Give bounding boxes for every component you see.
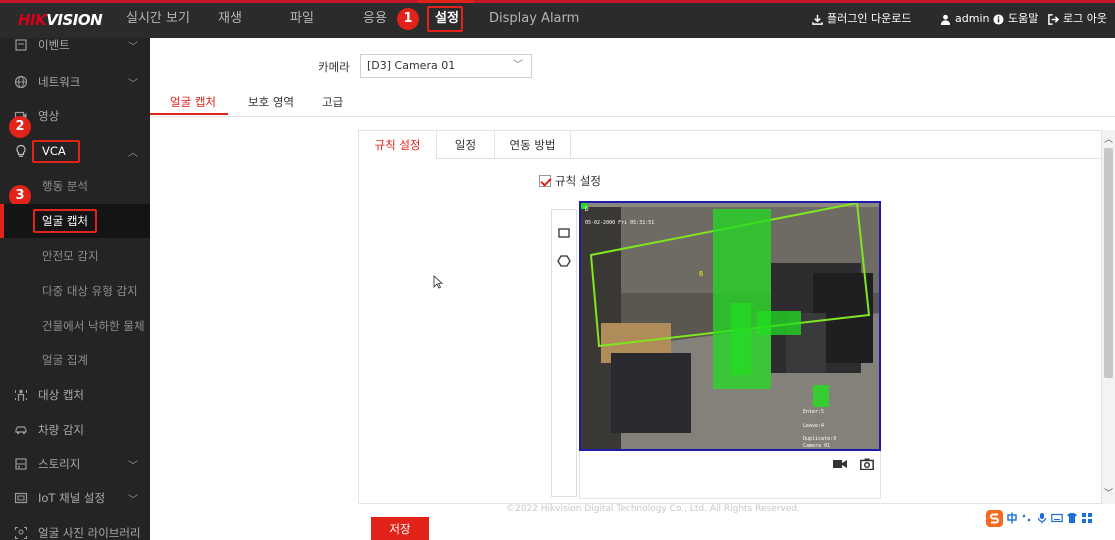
osd-camera: Camera 01 xyxy=(803,443,830,449)
scrollbar-thumb[interactable] xyxy=(1104,148,1113,378)
highlight-vca xyxy=(32,140,80,163)
rule-checkbox[interactable] xyxy=(539,175,551,187)
corner-label: D xyxy=(585,206,589,213)
chevron-down-icon: ﹀ xyxy=(128,41,138,53)
nav-playback[interactable]: 재생 xyxy=(218,0,242,38)
skin-icon[interactable] xyxy=(1066,512,1078,524)
keyboard-icon[interactable] xyxy=(1051,512,1063,524)
content-scrollbar[interactable]: ︿ ﹀ xyxy=(1102,130,1115,504)
face-library-icon xyxy=(14,526,28,540)
camera-select[interactable]: [D3] Camera 01 ﹀ xyxy=(360,54,532,78)
plugin-download-link[interactable]: 플러그인 다운로드 xyxy=(812,0,911,38)
config-tabs: 얼굴 캡처 보호 영역 고급 xyxy=(150,94,1115,117)
video-toolbar xyxy=(579,451,881,499)
active-tab-underline xyxy=(150,113,228,115)
sidebar-item-event[interactable]: 이벤트 ﹀ xyxy=(0,38,150,62)
step-badge-1: 1 xyxy=(397,8,419,30)
microphone-icon[interactable] xyxy=(1036,512,1048,524)
person-icon xyxy=(15,389,27,401)
storage-icon xyxy=(15,458,27,470)
sidebar-item-network[interactable]: 네트워크 ﹀ xyxy=(0,65,150,99)
nav-application[interactable]: 응용 xyxy=(363,0,387,38)
download-icon xyxy=(812,14,823,25)
logout-icon xyxy=(1048,13,1059,25)
nav-file[interactable]: 파일 xyxy=(290,0,314,38)
mouse-cursor-icon xyxy=(433,275,443,289)
record-icon[interactable] xyxy=(833,459,847,469)
main-content: 카메라 [D3] Camera 01 ﹀ 얼굴 캡처 보호 영역 고급 규칙 설… xyxy=(150,38,1115,540)
sogou-s-icon[interactable] xyxy=(986,509,1003,527)
sidebar-item-vehicle-detection[interactable]: 차량 감지 xyxy=(0,413,150,447)
chevron-down-icon: ﹀ xyxy=(128,78,138,90)
osd-duplicate: Duplicate:9 xyxy=(803,436,836,442)
subtab-linkage-method[interactable]: 연동 방법 xyxy=(495,131,571,159)
bulb-icon xyxy=(16,144,26,157)
video-scene: 6 D 05-02-2000 Fri 05:31:51 Enter:5 Leav… xyxy=(581,203,879,449)
draw-toolbox xyxy=(551,209,577,497)
ime-toolbar xyxy=(986,508,1093,528)
globe-icon xyxy=(14,75,28,89)
scroll-up-icon[interactable]: ︿ xyxy=(1102,132,1115,145)
sidebar-item-target-capture[interactable]: 대상 캡처 xyxy=(0,378,150,412)
hikvision-logo: HIKVISION xyxy=(18,11,103,29)
user-icon xyxy=(940,14,951,25)
user-menu[interactable]: admin xyxy=(940,0,989,38)
sidebar-sub-multi-target-detection[interactable]: 다중 대상 유형 감지 xyxy=(0,274,150,308)
top-nav-bar: HIKVISION 실시간 보기 재생 파일 응용 1 설정 Display A… xyxy=(0,0,1115,38)
camera-label: 카메라 xyxy=(318,60,350,74)
sidebar-item-face-library[interactable]: 얼굴 사진 라이브러리 xyxy=(0,516,150,540)
snapshot-icon[interactable] xyxy=(860,458,874,470)
nav-display-alarm[interactable]: Display Alarm xyxy=(489,0,579,38)
video-timestamp: 05-02-2000 Fri 05:31:51 xyxy=(585,220,654,226)
iot-icon xyxy=(14,492,28,504)
subtab-rule-settings[interactable]: 규칙 설정 xyxy=(359,131,437,159)
tab-shield-area[interactable]: 보호 영역 xyxy=(248,94,294,117)
rule-panel: 규칙 설정 일정 연동 방법 규칙 설정 6 D 05-02-2000 Fri … xyxy=(358,130,1102,504)
sidebar-item-storage[interactable]: 스토리지 ﹀ xyxy=(0,447,150,481)
highlight-face-capture xyxy=(33,209,97,233)
sidebar-sub-falling-object[interactable]: 건물에서 낙하한 물체 xyxy=(0,309,150,343)
sidebar: 이벤트 ﹀ 네트워크 ﹀ 영상 2 VCA ︿ 행동 분석 3 얼굴 캡처 안전… xyxy=(0,38,150,540)
highlight-nav-settings xyxy=(427,6,463,32)
sidebar-item-iot-channel[interactable]: IoT 채널 설정 ﹀ xyxy=(0,481,150,515)
chevron-down-icon: ﹀ xyxy=(513,60,523,71)
subtab-schedule[interactable]: 일정 xyxy=(437,131,495,159)
polygon-tool-icon[interactable] xyxy=(557,254,571,268)
live-video-preview[interactable]: 6 D 05-02-2000 Fri 05:31:51 Enter:5 Leav… xyxy=(579,201,881,451)
chevron-down-icon: ﹀ xyxy=(128,494,138,506)
chevron-down-icon: ﹀ xyxy=(128,460,138,472)
info-icon xyxy=(993,13,1004,25)
rectangle-tool-icon[interactable] xyxy=(557,226,571,240)
tab-advanced[interactable]: 고급 xyxy=(322,94,343,117)
toolbox-grid-icon[interactable] xyxy=(1081,512,1093,524)
car-icon xyxy=(15,426,27,435)
copyright-footer: ©2022 Hikvision Digital Technology Co., … xyxy=(506,504,800,514)
logout-link[interactable]: 로그 아웃 xyxy=(1048,0,1107,38)
target-id-label: 6 xyxy=(699,270,703,278)
chinese-mode-icon[interactable] xyxy=(1006,512,1018,524)
osd-enter: Enter:5 xyxy=(803,409,824,415)
osd-leave: Leave:4 xyxy=(803,423,824,429)
chevron-up-icon: ︿ xyxy=(128,147,138,159)
event-icon xyxy=(15,39,27,51)
sidebar-sub-face-counting[interactable]: 얼굴 집계 xyxy=(0,343,150,377)
rule-subtabs: 규칙 설정 일정 연동 방법 xyxy=(359,131,1101,159)
scroll-down-icon[interactable]: ﹀ xyxy=(1102,486,1115,499)
punctuation-icon[interactable] xyxy=(1021,512,1033,524)
save-button[interactable]: 저장 xyxy=(371,517,429,540)
help-link[interactable]: 도움말 xyxy=(993,0,1038,38)
sidebar-sub-hard-hat-detection[interactable]: 안전모 감지 xyxy=(0,239,150,273)
rule-checkbox-row[interactable]: 규칙 설정 xyxy=(539,173,601,189)
nav-live-view[interactable]: 실시간 보기 xyxy=(126,0,190,38)
